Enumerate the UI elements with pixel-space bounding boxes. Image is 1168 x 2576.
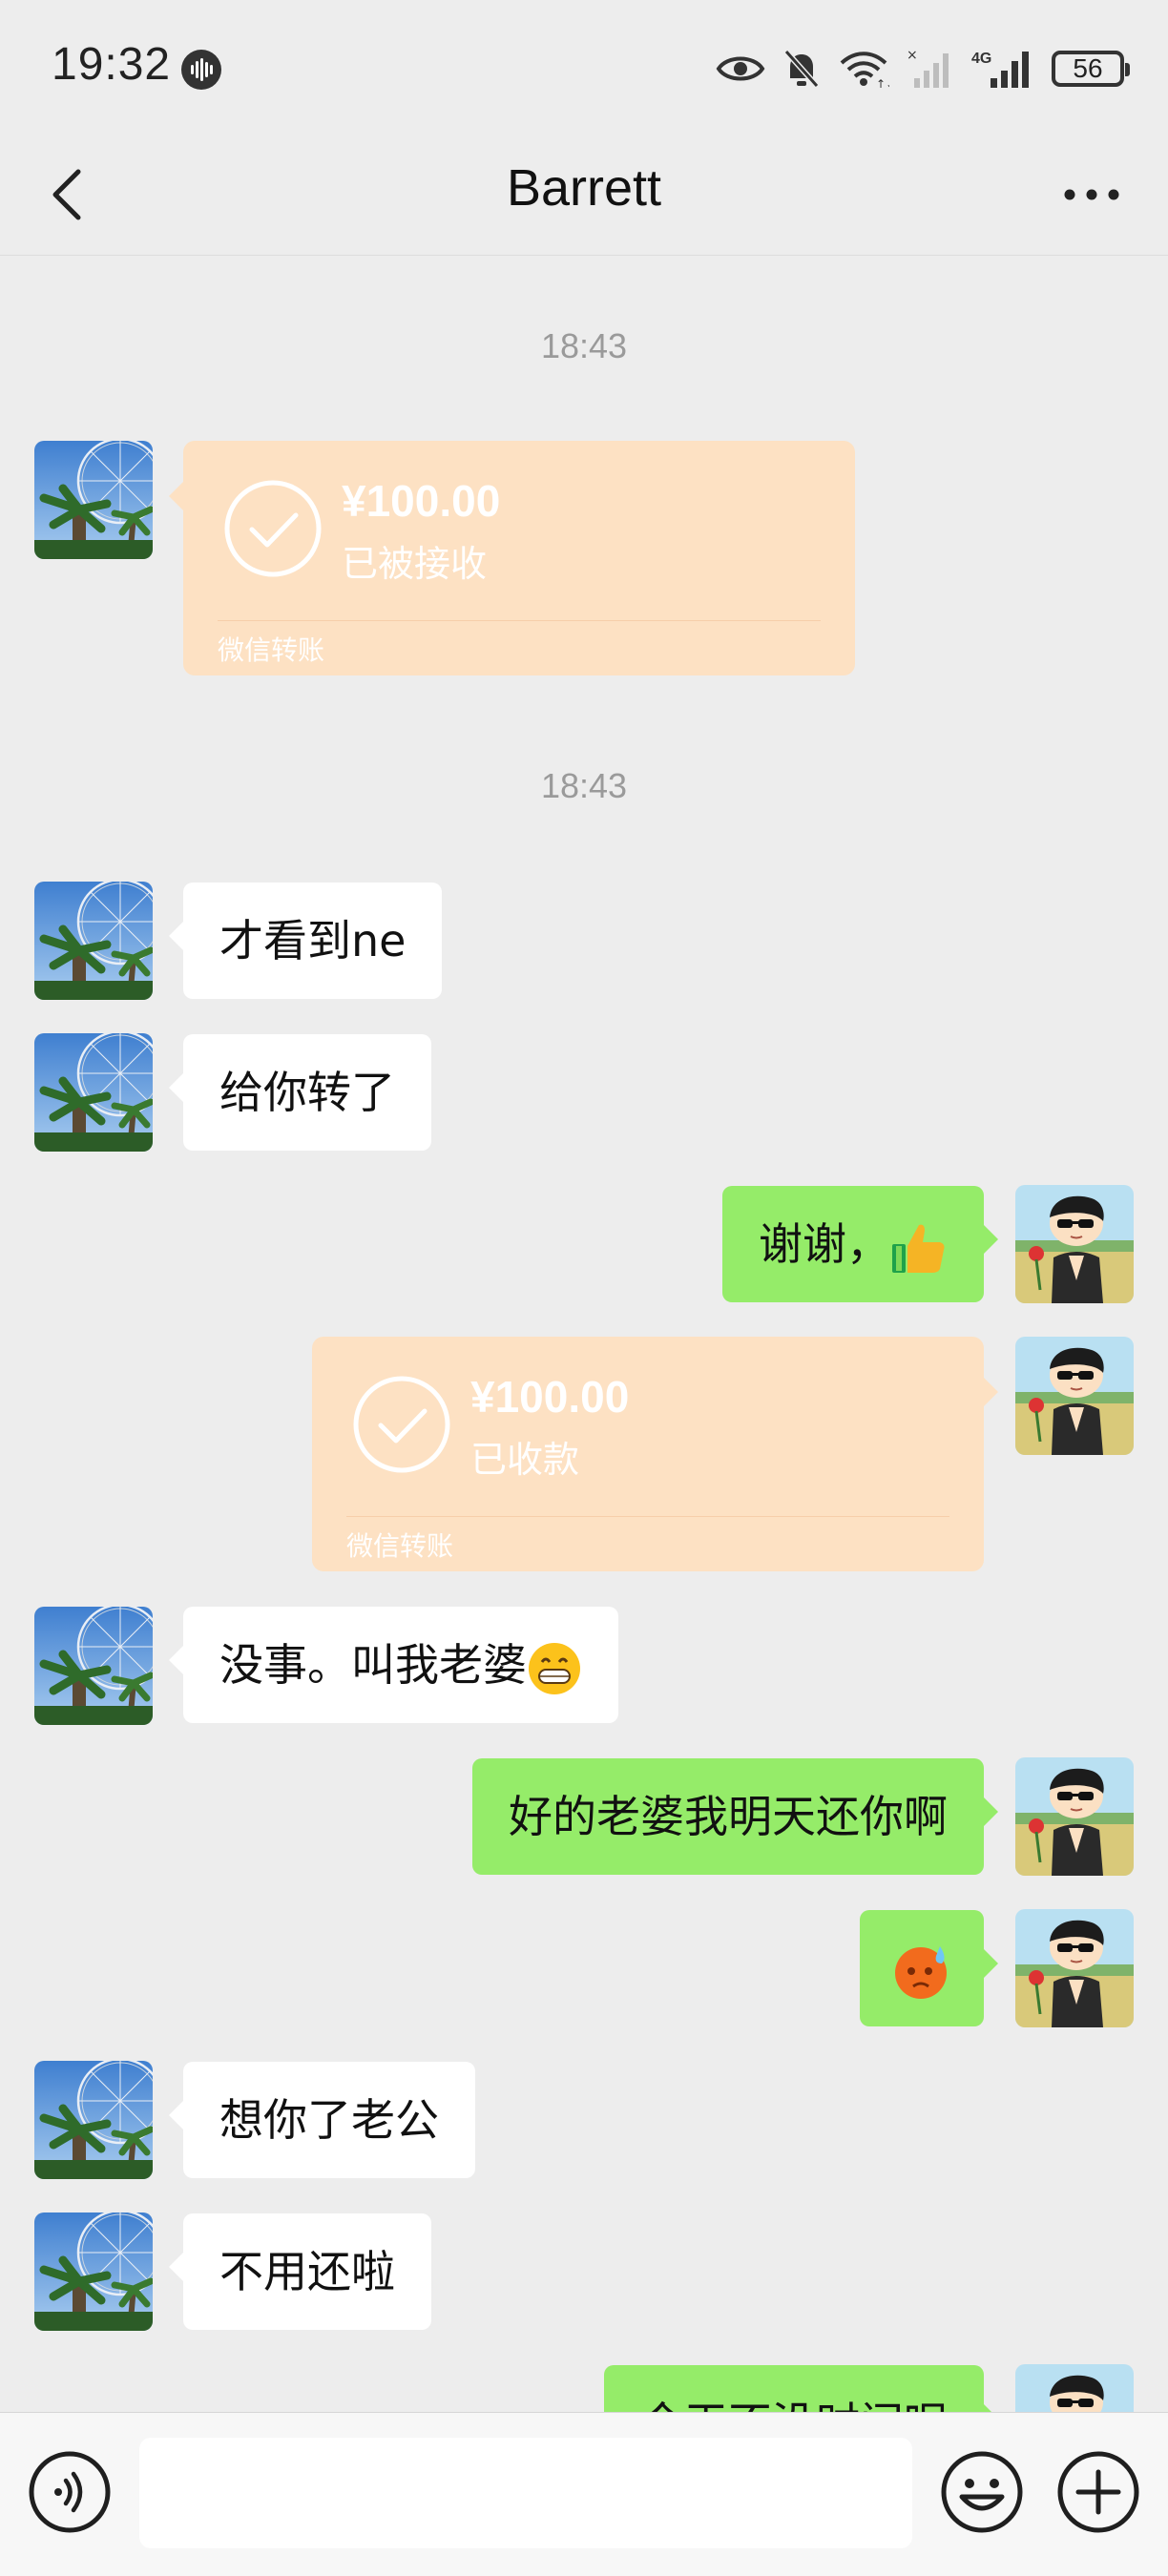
transfer-card-sent[interactable]: ¥100.00 已收款 微信转账: [312, 1337, 998, 1571]
voice-icon: [29, 2451, 111, 2533]
contact-avatar[interactable]: [34, 882, 153, 1000]
signal-icon: ×: [907, 48, 949, 88]
contact-avatar[interactable]: [34, 2212, 153, 2331]
contact-avatar[interactable]: [34, 1033, 153, 1152]
plus-icon: [1057, 2451, 1139, 2533]
transfer-status: 已收款: [470, 1439, 580, 1481]
message-bubble-received[interactable]: 想你了老公: [169, 2062, 475, 2178]
grinning-face-emoji-icon: [529, 1642, 580, 1694]
thumbs-up-emoji-icon: [892, 1224, 945, 1273]
transfer-brand: 微信转账: [346, 1530, 454, 1562]
message-bubble-sent[interactable]: 好的老婆我明天还你啊: [472, 1758, 998, 1875]
input-bar: [0, 2412, 1168, 2576]
my-avatar[interactable]: [1015, 1185, 1134, 1303]
transfer-brand: 微信转账: [218, 634, 325, 666]
message-text: 谢谢，: [759, 1218, 890, 1270]
wifi-icon: ↑↓: [840, 52, 889, 88]
message-bubble-received[interactable]: 没事。叫我老婆: [169, 1607, 618, 1723]
contact-avatar[interactable]: [34, 1607, 153, 1725]
message-bubble-received[interactable]: 给你转了: [169, 1034, 431, 1151]
transfer-status: 已被接收: [342, 543, 488, 585]
plus-button[interactable]: [1055, 2449, 1141, 2539]
message-bubble-received[interactable]: 不用还啦: [169, 2213, 431, 2330]
check-circle-icon: [353, 1376, 450, 1473]
svg-text:4G: 4G: [971, 51, 991, 67]
emoji-icon: [941, 2451, 1023, 2533]
emoji-button[interactable]: [939, 2449, 1025, 2539]
status-bar: 19:32 ↑↓ × 4G: [0, 0, 1168, 134]
more-dots-icon: [1064, 189, 1119, 200]
check-circle-icon: [224, 480, 322, 577]
more-button[interactable]: [1053, 158, 1130, 231]
message-bubble-received[interactable]: 才看到ne: [168, 883, 443, 999]
sweat-face-emoji-icon: [895, 1945, 947, 1999]
message-text: 没事。叫我老婆: [219, 1639, 527, 1691]
bell-off-icon: [783, 50, 820, 88]
message-bubble-sent[interactable]: [860, 1910, 998, 2026]
status-icons: ↑↓ × 4G 56: [716, 42, 1130, 95]
transfer-card-received[interactable]: ¥100.00 已被接收 微信转账: [169, 441, 855, 675]
chat-header: Barrett: [0, 134, 1168, 256]
message-bubble-sent[interactable]: 谢谢，: [722, 1186, 998, 1302]
svg-text:↑↓: ↑↓: [876, 77, 889, 88]
transfer-amount: ¥100.00: [342, 476, 501, 526]
message-input[interactable]: [139, 2438, 912, 2548]
status-time: 19:32: [52, 39, 172, 90]
message-timestamp: 18:43: [540, 766, 628, 805]
divider: [218, 620, 821, 621]
voice-button[interactable]: [27, 2449, 113, 2539]
my-avatar[interactable]: [1015, 1337, 1134, 1455]
soundwave-icon: [181, 50, 221, 90]
transfer-amount: ¥100.00: [470, 1372, 630, 1422]
my-avatar[interactable]: [1015, 1757, 1134, 1876]
chat-title: Barrett: [506, 159, 662, 217]
contact-avatar[interactable]: [34, 2061, 153, 2179]
contact-avatar[interactable]: [34, 441, 153, 559]
eye-icon: [716, 56, 765, 81]
message-timestamp: 18:43: [540, 326, 628, 365]
battery-icon: 56: [1052, 51, 1130, 87]
signal-4g-icon: 4G: [971, 51, 1029, 88]
my-avatar[interactable]: [1015, 1909, 1134, 2027]
divider: [346, 1516, 949, 1517]
svg-text:×: ×: [907, 48, 918, 63]
